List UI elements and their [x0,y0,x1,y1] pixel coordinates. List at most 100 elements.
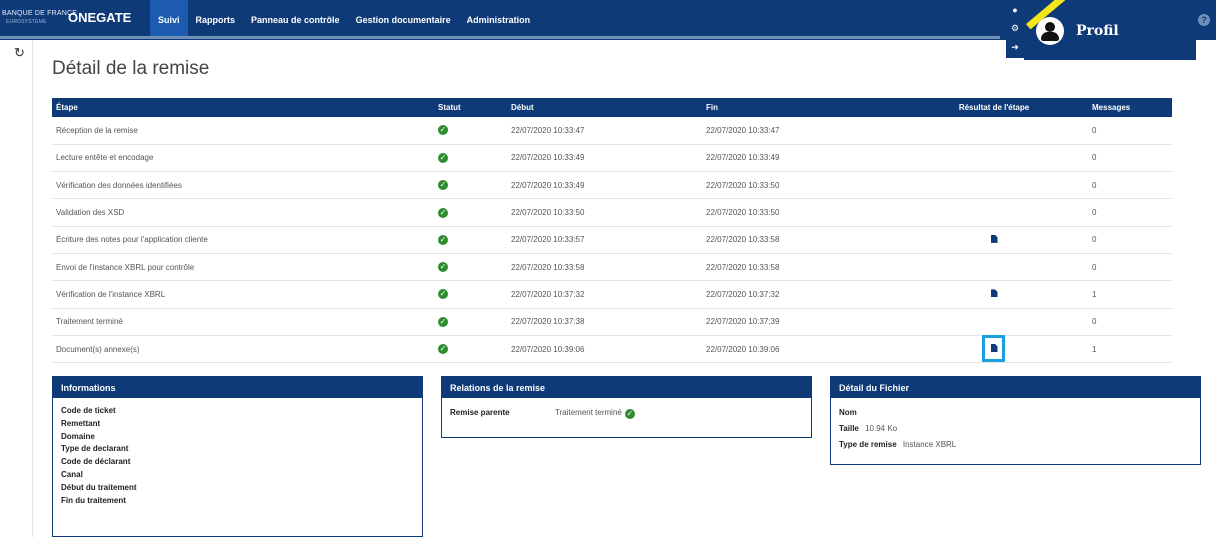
status-cell: ✓ [434,253,507,282]
step-result [900,335,1088,364]
step-result [900,253,1088,282]
success-check-icon: ✓ [438,207,448,218]
step-name: Document(s) annexe(s) [52,335,434,364]
col-resultat[interactable]: Résultat de l'étape [900,98,1088,117]
step-end: 22/07/2020 10:33:58 [702,226,900,254]
table-row[interactable]: Document(s) annexe(s) ✓ 22/07/2020 10:39:0… [52,335,1172,364]
step-start: 22/07/2020 10:39:06 [507,335,702,364]
status-cell: ✓ [434,117,507,145]
main-nav: Suivi Rapports Panneau de contrôle Gesti… [150,0,538,36]
status-cell: ✓ [434,280,507,309]
banque-de-france-logo[interactable]: BANQUE DE FRANCE EUROSYSTÈME [2,9,77,27]
step-start: 22/07/2020 10:37:38 [507,308,702,336]
step-name: Vérification des données identifiées [52,171,434,200]
brand-subtext: EUROSYSTÈME [6,19,47,25]
col-statut[interactable]: Statut [434,98,507,117]
remise-parente-value[interactable]: Traitement terminé [555,408,622,421]
remise-parente-label: Remise parente [450,408,510,417]
step-result [900,117,1088,145]
info-field-label: Type de declarant [61,444,129,454]
steps-table: Étape Statut Début Fin Résultat de l'éta… [52,98,1172,364]
refresh-icon[interactable]: ↻ [14,45,25,61]
nav-rapports[interactable]: Rapports [188,0,244,36]
step-end: 22/07/2020 10:39:06 [702,335,900,364]
nav-panneau-de-controle[interactable]: Panneau de contrôle [243,0,348,36]
step-name: Traitement terminé [52,308,434,336]
taille-value: 10.94 Ko [865,424,898,433]
profile-button[interactable]: Profil [1024,0,1196,60]
table-row[interactable]: Vérification de l'instance XBRL ✓ 22/07/20… [52,280,1172,309]
user-icon[interactable]: ● [1006,0,1024,19]
step-start: 22/07/2020 10:33:58 [507,253,702,282]
app-name[interactable]: ONEGATE [68,10,131,25]
status-cell: ✓ [434,171,507,200]
success-check-icon: ✓ [624,409,635,419]
step-messages: 0 [1088,117,1172,145]
step-messages: 0 [1088,308,1172,336]
nav-gestion-documentaire[interactable]: Gestion documentaire [348,0,459,36]
nav-suivi[interactable]: Suivi [150,0,188,36]
step-result [900,171,1088,200]
col-messages[interactable]: Messages [1088,98,1172,117]
logout-icon[interactable]: ➜ [1006,38,1024,57]
status-cell: ✓ [434,198,507,227]
step-name: Écriture des notes pour l'application cl… [52,226,434,254]
table-header: Étape Statut Début Fin Résultat de l'éta… [52,98,1172,117]
success-check-icon: ✓ [438,152,448,163]
profile-label: Profil [1076,23,1119,39]
nav-underline [0,36,1000,39]
left-divider [32,40,33,537]
step-start: 22/07/2020 10:37:32 [507,280,702,309]
taille-label: Taille [839,424,859,433]
step-messages: 0 [1088,144,1172,173]
informations-panel: Informations Code de ticket Remettant Doma… [52,376,423,537]
nav-administration[interactable]: Administration [459,0,539,36]
success-check-icon: ✓ [438,262,448,273]
info-field-label: Fin du traitement [61,495,126,505]
info-field-label: Début du traitement [61,482,137,492]
step-end: 22/07/2020 10:37:32 [702,280,900,309]
step-result [900,226,1088,254]
step-messages: 1 [1088,335,1172,364]
avatar-icon [1036,17,1064,45]
status-cell: ✓ [434,335,507,364]
table-row[interactable]: Validation des XSD ✓ 22/07/2020 10:33:50 22… [52,198,1172,227]
step-messages: 0 [1088,226,1172,254]
status-cell: ✓ [434,308,507,336]
table-row[interactable]: Écriture des notes pour l'application cl… [52,226,1172,254]
document-icon[interactable] [990,234,998,243]
step-start: 22/07/2020 10:33:49 [507,144,702,173]
informations-fields: Code de ticket Remettant Domaine Type de de… [53,398,422,508]
table-row[interactable]: Réception de la remise ✓ 22/07/2020 10:33:… [52,117,1172,145]
step-result [900,198,1088,227]
table-row[interactable]: Lecture entête et encodage ✓ 22/07/2020 10… [52,144,1172,173]
step-end: 22/07/2020 10:33:50 [702,171,900,200]
gear-icon[interactable]: ⚙ [1006,19,1024,38]
help-icon[interactable]: ? [1198,14,1210,26]
fichier-title: Détail du Fichier [831,377,1200,398]
success-check-icon: ✓ [438,289,448,300]
type-remise-value: Instance XBRL [902,440,957,449]
table-row[interactable]: Traitement terminé ✓ 22/07/2020 10:37:38 22… [52,308,1172,336]
step-end: 22/07/2020 10:37:39 [702,308,900,336]
step-start: 22/07/2020 10:33:57 [507,226,702,254]
step-name: Réception de la remise [52,117,434,145]
document-icon-wrap [990,234,998,245]
info-field-label: Remettant [61,418,101,428]
step-end: 22/07/2020 10:33:47 [702,117,900,145]
step-start: 22/07/2020 10:33:50 [507,198,702,227]
col-fin[interactable]: Fin [702,98,900,117]
page-title: Détail de la remise [52,58,210,79]
info-field-label: Domaine [61,431,95,441]
step-messages: 0 [1088,198,1172,227]
table-row[interactable]: Envoi de l'instance XBRL pour contrôle ✓ 2… [52,253,1172,282]
table-row[interactable]: Vérification des données identifiées ✓ 22/… [52,171,1172,200]
step-result [900,308,1088,336]
nom-label: Nom [839,408,857,417]
step-messages: 0 [1088,171,1172,200]
col-etape[interactable]: Étape [52,98,434,117]
document-icon[interactable] [990,289,998,298]
step-end: 22/07/2020 10:33:50 [702,198,900,227]
fichier-panel: Détail du Fichier Nom Taille 10.94 Ko Ty… [830,376,1201,465]
col-debut[interactable]: Début [507,98,702,117]
